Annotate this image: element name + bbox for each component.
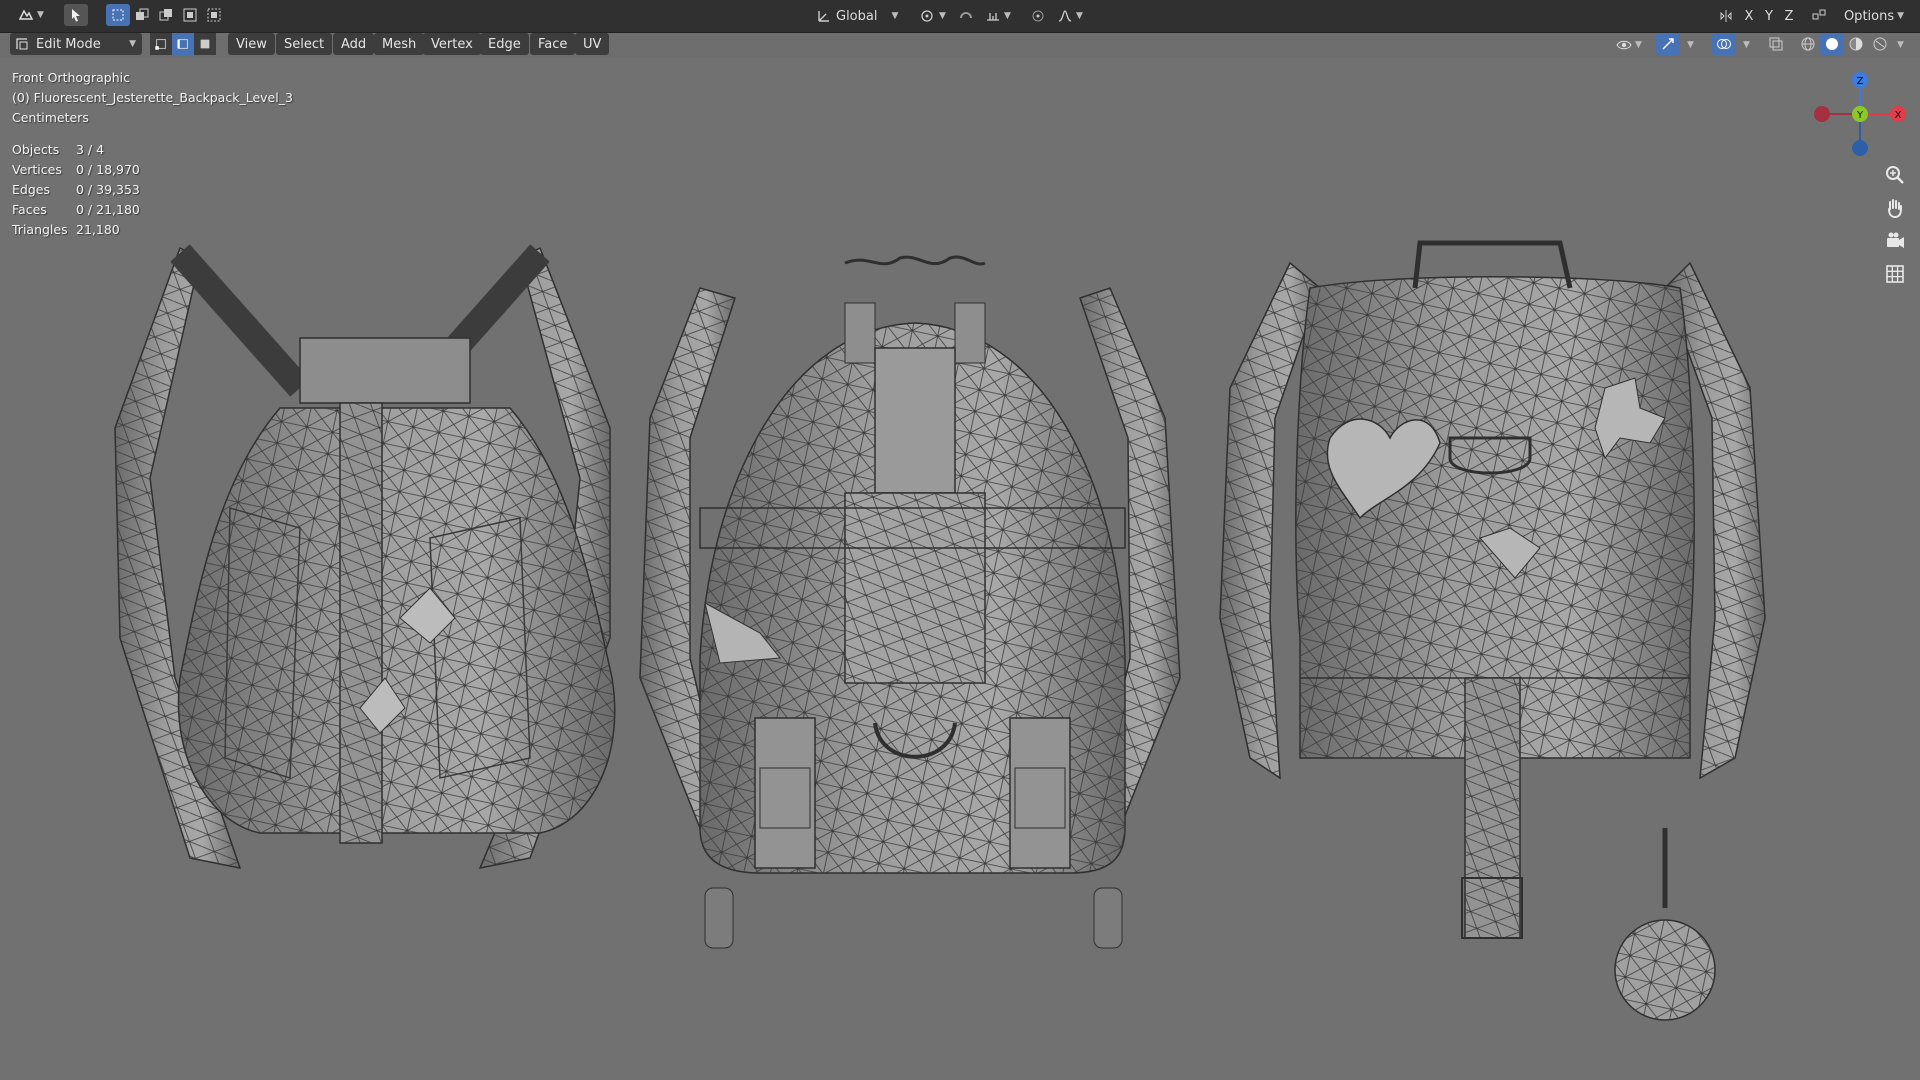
navigation-gizmo[interactable]: Z X Y [1800, 62, 1910, 162]
stat-label: Vertices [12, 162, 62, 177]
gizmo-z-label: Z [1857, 76, 1864, 87]
stat-label: Triangles [12, 222, 68, 237]
transform-orientation-label: Global [836, 8, 878, 24]
shading-material-icon[interactable] [1844, 33, 1868, 55]
orientation-icon [812, 4, 836, 28]
select-box-intersect-icon[interactable] [202, 4, 226, 26]
select-box-new-icon[interactable] [106, 4, 130, 26]
viewport-header: Edit Mode ▼ View Select Add Mesh Vertex … [0, 32, 1920, 58]
stat-label: Objects [12, 142, 60, 157]
stat-value: 0 / 18,970 [76, 162, 140, 177]
menu-add[interactable]: Add [333, 33, 375, 55]
menu-mesh[interactable]: Mesh [374, 33, 425, 55]
edit-mode-icon [16, 38, 28, 50]
auto-merge-icon[interactable] [1808, 4, 1830, 28]
shading-rendered-icon[interactable] [1868, 33, 1892, 55]
mirror-x-toggle[interactable]: X [1740, 4, 1758, 28]
backpack-middle[interactable] [639, 255, 1181, 949]
snap-target-icon[interactable]: ▼ [980, 4, 1016, 28]
menu-vertex[interactable]: Vertex [423, 33, 481, 55]
face-select-mode-icon[interactable] [194, 33, 216, 55]
grid-icon[interactable] [1880, 259, 1910, 289]
axis-x-label: X [1744, 8, 1754, 24]
tool-select-icon[interactable] [64, 4, 88, 26]
options-dropdown[interactable]: Options ▼ [1836, 4, 1912, 28]
stat-value: 21,180 [76, 222, 120, 237]
menu-select[interactable]: Select [276, 33, 333, 55]
vertex-select-mode-icon[interactable] [150, 33, 172, 55]
select-box-invert-icon[interactable] [178, 4, 202, 26]
stat-value: 0 / 21,180 [76, 202, 140, 217]
view-name: Front Orthographic [12, 70, 130, 85]
stat-row-triangles: Triangles 21,180 [12, 220, 293, 240]
viewport-info-overlay: Front Orthographic (0) Fluorescent_Jeste… [12, 68, 293, 240]
menu-view[interactable]: View [228, 33, 275, 55]
top-header: ▼ Global ▼ ▼ ▼ ▼ X Y Z Options ▼ [0, 0, 1920, 33]
hand-icon[interactable] [1880, 193, 1910, 223]
overlays-toggle-icon[interactable] [1712, 33, 1736, 55]
camera-icon[interactable] [1880, 226, 1910, 256]
gizmo-neg-z-axis[interactable] [1852, 140, 1868, 156]
mirror-z-toggle[interactable]: Z [1780, 4, 1798, 28]
mode-label: Edit Mode [36, 36, 101, 52]
axis-z-label: Z [1784, 8, 1794, 24]
falloff-icon[interactable]: ▼ [1052, 4, 1088, 28]
snap-icon[interactable] [956, 4, 976, 28]
pivot-point-icon[interactable]: ▼ [916, 4, 950, 28]
stat-row-faces: Faces 0 / 21,180 [12, 200, 293, 220]
xray-toggle-icon[interactable] [1764, 33, 1788, 55]
gizmo-x-label: X [1895, 110, 1902, 121]
gizmo-neg-x-axis[interactable] [1814, 106, 1830, 122]
proportional-editing-icon[interactable] [1028, 4, 1048, 28]
shading-wireframe-icon[interactable] [1796, 33, 1820, 55]
options-label: Options [1843, 8, 1895, 24]
overlays-dropdown-arrow[interactable]: ▼ [1738, 33, 1752, 57]
stat-label: Faces [12, 202, 47, 217]
mode-dropdown[interactable]: Edit Mode ▼ [10, 33, 142, 55]
backpack-left[interactable] [114, 244, 616, 870]
stat-value: 3 / 4 [76, 142, 105, 157]
stat-row-objects: Objects 3 / 4 [12, 140, 293, 160]
stat-label: Edges [12, 182, 50, 197]
gizmo-y-label: Y [1856, 110, 1864, 121]
mirror-y-toggle[interactable]: Y [1760, 4, 1778, 28]
stat-row-edges: Edges 0 / 39,353 [12, 180, 293, 200]
menu-edge[interactable]: Edge [480, 33, 529, 55]
menu-uv[interactable]: UV [575, 33, 610, 55]
select-box-extend-icon[interactable] [130, 4, 154, 26]
shading-solid-icon[interactable] [1820, 33, 1844, 55]
object-name: (0) Fluorescent_Jesterette_Backpack_Leve… [12, 90, 293, 105]
transform-orientation-dropdown[interactable]: Global ▼ [836, 4, 906, 28]
shading-dropdown-arrow[interactable]: ▼ [1892, 33, 1906, 57]
backpack-right[interactable] [1219, 240, 1766, 1021]
stat-row-vertices: Vertices 0 / 18,970 [12, 160, 293, 180]
menu-face[interactable]: Face [530, 33, 576, 55]
zoom-icon[interactable] [1880, 160, 1910, 190]
select-box-subtract-icon[interactable] [154, 4, 178, 26]
gizmo-toggle-icon[interactable] [1656, 33, 1680, 55]
gizmo-dropdown-arrow[interactable]: ▼ [1682, 33, 1696, 57]
edge-select-mode-icon[interactable] [172, 33, 194, 55]
stat-value: 0 / 39,353 [76, 182, 140, 197]
mirror-icon[interactable] [1716, 4, 1736, 28]
axis-y-label: Y [1765, 8, 1773, 24]
editor-type-icon[interactable]: ▼ [16, 4, 46, 26]
visibility-icon[interactable]: ▼ [1612, 33, 1646, 57]
units-label: Centimeters [12, 110, 89, 125]
